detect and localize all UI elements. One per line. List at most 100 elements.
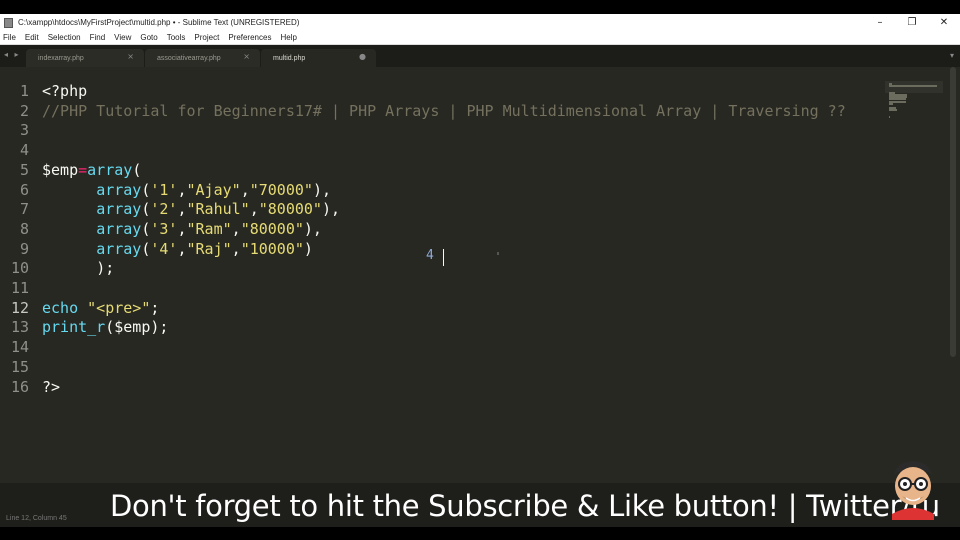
line-number: 4 [19,141,29,160]
code-line[interactable]: 4 [0,140,885,160]
code-editor[interactable]: 1 <?php 2 //PHP Tutorial for Beginners17# |… [0,67,885,483]
tab-associativearray[interactable]: associativearray.php × [145,49,260,67]
line-number: 7 [19,200,29,219]
code-token: '4' [150,239,178,258]
video-letterbox-top [0,0,960,14]
code-token: , [177,180,187,199]
line-code: ); [42,258,114,278]
line-number: 10 [10,259,29,278]
code-token: "Rahul" [186,200,250,219]
line-number: 14 [10,338,29,357]
tab-bar: ◂ ▸ indexarray.php × associativearray.ph… [0,45,960,67]
line-code: print_r($emp); [42,317,168,337]
status-position: Line 12, Column 45 [6,515,67,522]
video-letterbox-bottom [0,527,960,540]
code-line[interactable]: 16 ?> [0,377,885,397]
vertical-scrollbar[interactable] [950,67,956,357]
menu-project[interactable]: Project [194,33,219,42]
menu-goto[interactable]: Goto [140,33,157,42]
line-code: array('1',"Ajay","70000"), [42,180,331,200]
code-line[interactable]: 6 array('1',"Ajay","70000"), [0,180,885,200]
cartoon-avatar-icon [892,461,934,520]
code-token: , [231,219,241,238]
code-token: , [177,239,187,258]
menu-selection[interactable]: Selection [48,33,81,42]
code-token: '3' [150,219,178,238]
code-token: echo [42,298,79,317]
mouse-pointer-mark [497,252,499,255]
text-cursor [443,249,444,266]
code-token: ), [321,200,341,219]
code-line[interactable]: 7 array('2',"Rahul","80000"), [0,199,885,219]
tab-multid[interactable]: multid.php ● [261,49,376,67]
code-line[interactable]: 8 array('3',"Ram","80000"), [0,219,885,239]
line-code: array('2',"Rahul","80000"), [42,199,340,219]
menu-tools[interactable]: Tools [167,33,186,42]
minimap-line [889,85,937,88]
menu-view[interactable]: View [114,33,131,42]
column-indicator: 4 [426,248,434,263]
tab-indexarray[interactable]: indexarray.php × [26,49,144,67]
code-line[interactable]: 11 [0,278,885,298]
tab-label: associativearray.php [157,54,221,62]
tab-dropdown-icon[interactable]: ▾ [950,51,954,60]
code-token: ); [96,259,115,278]
menu-find[interactable]: Find [90,33,106,42]
code-token: = [78,160,88,179]
code-line[interactable]: 3 [0,120,885,140]
tab-label: indexarray.php [38,54,84,62]
tab-modified-dot-icon[interactable]: ● [359,52,366,61]
code-line[interactable]: 14 [0,337,885,357]
line-number: 15 [10,357,29,376]
menu-file[interactable]: File [3,33,16,42]
minimap-line [889,116,891,118]
code-token: "80000" [258,200,322,219]
line-number: 12 [10,298,29,317]
minimap-line [889,102,894,105]
tab-close-icon[interactable]: × [127,52,134,61]
close-button[interactable]: ✕ [928,14,960,31]
code-line[interactable]: 1 <?php [0,81,885,101]
line-code: ?> [42,377,60,397]
code-token: "70000" [249,180,313,199]
menu-help[interactable]: Help [280,33,296,42]
code-line[interactable]: 2 //PHP Tutorial for Beginners17# | PHP A… [0,101,885,121]
code-line[interactable]: 5 $emp=array( [0,160,885,180]
maximize-button[interactable]: ❐ [896,14,928,31]
line-number: 1 [19,82,29,100]
code-token: <?php [42,82,88,100]
code-token: , [231,239,241,258]
tab-close-icon[interactable]: × [243,52,250,61]
code-token: ?> [42,377,61,396]
line-number: 13 [10,318,29,337]
code-token: '2' [150,200,178,219]
code-line[interactable]: 15 [0,357,885,377]
minimize-button[interactable]: – [864,14,896,31]
sublime-app-icon [4,17,13,28]
code-token: ; [150,298,160,317]
code-token: print_r [42,318,106,337]
minimap[interactable] [885,67,943,483]
tab-nav-arrows-icon[interactable]: ◂ ▸ [4,50,21,59]
code-line[interactable]: 13 print_r($emp); [0,317,885,337]
code-token: "Ajay" [186,180,241,199]
menu-edit[interactable]: Edit [25,33,39,42]
code-token: , [249,200,259,219]
code-token: array [96,239,142,258]
menu-preferences[interactable]: Preferences [228,33,271,42]
sublime-window: C:\xampp\htdocs\MyFirstProject\multid.ph… [0,14,960,527]
subscribe-overlay-text: Don't forget to hit the Subscribe & Like… [110,489,940,523]
code-line[interactable]: 12 echo "<pre>"; [0,298,885,318]
code-token: $emp [42,160,79,179]
line-code: <?php [42,81,87,101]
code-token: $emp [114,318,151,337]
title-bar[interactable]: C:\xampp\htdocs\MyFirstProject\multid.ph… [0,14,960,31]
menu-bar: File Edit Selection Find View Goto Tools Projec… [0,31,960,45]
line-number: 8 [19,219,29,238]
code-token: ), [312,180,331,199]
window-title: C:\xampp\htdocs\MyFirstProject\multid.ph… [18,18,300,27]
